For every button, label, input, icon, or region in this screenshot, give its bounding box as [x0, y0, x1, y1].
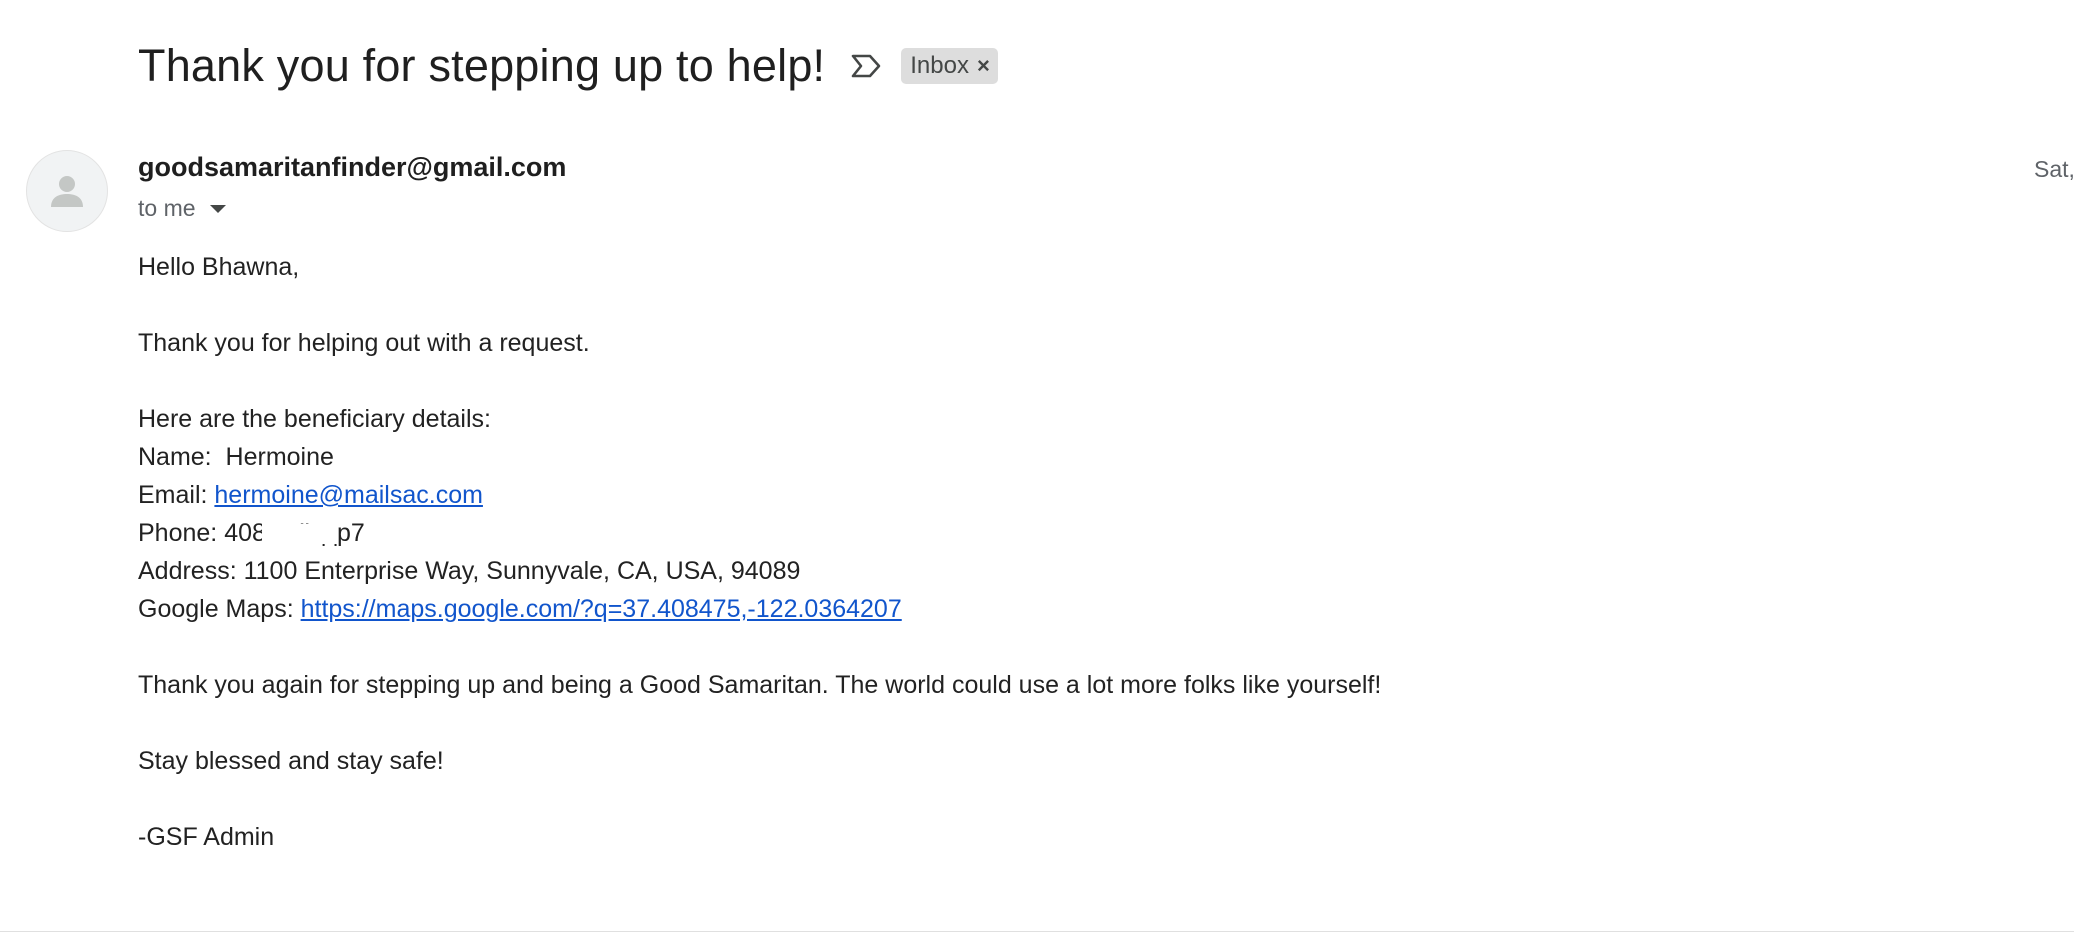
email-subject: Thank you for stepping up to help! [138, 40, 826, 91]
sender-email[interactable]: goodsamaritanfinder@gmail.com [138, 152, 566, 183]
phone-value: 408-сс’’сдр7 [224, 514, 365, 552]
label-chip-inbox[interactable]: Inbox × [901, 48, 998, 84]
caret-down-icon[interactable] [209, 204, 226, 213]
detail-address: Address: 1100 Enterprise Way, Sunnyvale,… [138, 552, 1381, 590]
maps-label: Google Maps: [138, 595, 301, 623]
signature: -GSF Admin [138, 823, 275, 851]
divider [0, 931, 2074, 932]
recipients-text: to me [138, 195, 196, 221]
detail-phone: Phone: 408-сс’’сдр7 [138, 514, 1381, 552]
person-icon [51, 176, 83, 207]
subject-row: Thank you for stepping up to help! Inbox… [138, 36, 998, 96]
detail-maps: Google Maps: https://maps.google.com/?q=… [138, 590, 1381, 628]
remove-label-icon[interactable]: × [977, 55, 990, 77]
greeting: Hello Bhawna, [138, 253, 300, 281]
email-view: Thank you for stepping up to help! Inbox… [0, 0, 2074, 934]
sender-avatar[interactable] [26, 150, 108, 232]
recipients-toggle[interactable]: to me [138, 195, 226, 222]
message-body: Hello Bhawna, Thank you for helping out … [138, 248, 1381, 856]
thanks-line: Thank you again for stepping up and bein… [138, 671, 1382, 699]
address-value: 1100 Enterprise Way, Sunnyvale, CA, USA,… [243, 557, 801, 585]
phone-label: Phone: [138, 519, 225, 547]
body-line-1: Thank you for helping out with a request… [138, 329, 590, 357]
detail-name: Name: Hermoine [138, 438, 1381, 476]
message-date: Sat, [2034, 156, 2074, 182]
address-label: Address: [138, 557, 244, 585]
name-value: Hermoine [225, 443, 334, 471]
details-intro: Here are the beneficiary details: [138, 405, 491, 433]
email-link[interactable]: hermoine@mailsac.com [214, 481, 483, 509]
detail-email: Email: hermoine@mailsac.com [138, 476, 1381, 514]
closing-line: Stay blessed and stay safe! [138, 747, 444, 775]
email-label: Email: [138, 481, 215, 509]
label-chip-text: Inbox [910, 52, 969, 79]
redaction-mask [262, 524, 339, 544]
name-label: Name: [138, 443, 226, 471]
importance-marker-icon[interactable] [849, 51, 883, 81]
maps-link[interactable]: https://maps.google.com/?q=37.408475,-12… [301, 595, 902, 623]
